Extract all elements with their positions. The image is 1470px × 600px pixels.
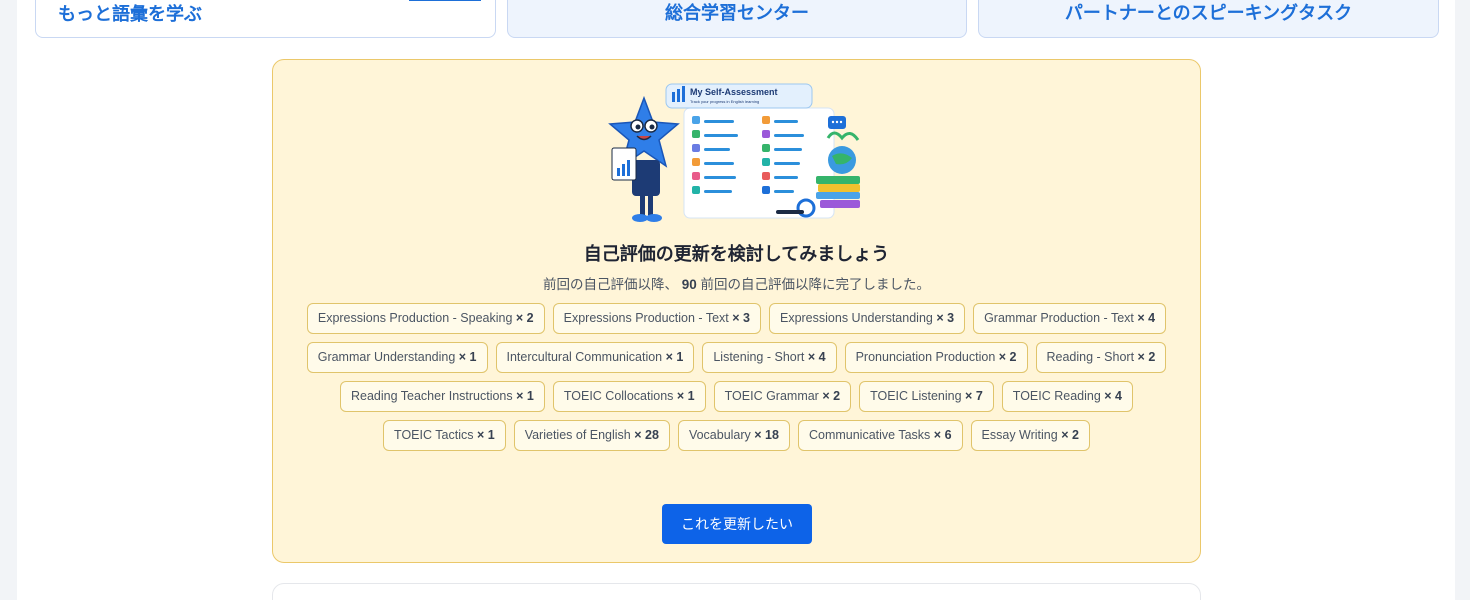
skill-chip-label: Communicative Tasks xyxy=(808,428,931,442)
skill-chip-label: TOEIC Reading xyxy=(1012,389,1101,403)
skill-chip-count: × 4 xyxy=(1137,311,1156,325)
self-assessment-prompt-card: My Self-Assessment Track your progress i… xyxy=(272,59,1201,563)
skill-chip: Expressions Understanding × 3 xyxy=(768,303,966,334)
skill-chip-label: TOEIC Collocations xyxy=(563,389,674,403)
skill-chip-count: × 2 xyxy=(1137,350,1156,364)
skill-chip-label: Grammar Understanding xyxy=(317,350,456,364)
skill-chip-label: Essay Writing xyxy=(981,428,1058,442)
partner-speaking-title[interactable]: パートナーとのスピーキングタスク xyxy=(979,0,1438,25)
skill-chip: TOEIC Reading × 4 xyxy=(1001,381,1134,412)
skill-chip: Reading - Short × 2 xyxy=(1035,342,1167,373)
skill-chip-count: × 4 xyxy=(807,350,826,364)
skill-chip-label: Varieties of English xyxy=(524,428,631,442)
skill-chip-label: Pronunciation Production xyxy=(855,350,996,364)
illustration-subheading: Track your progress in English learning xyxy=(690,99,759,104)
skill-chip-label: Expressions Understanding xyxy=(779,311,933,325)
skill-chip-label: TOEIC Listening xyxy=(870,389,962,403)
skill-chip-count: × 18 xyxy=(754,428,779,442)
skill-chip: Reading Teacher Instructions × 1 xyxy=(339,381,545,412)
skill-chip: Communicative Tasks × 6 xyxy=(797,420,963,451)
skill-chip-label: Reading Teacher Instructions xyxy=(350,389,513,403)
skill-chip-label: TOEIC Grammar xyxy=(724,389,819,403)
skill-chip-count: × 2 xyxy=(998,350,1017,364)
skill-chip: Expressions Production - Speaking × 2 xyxy=(306,303,545,334)
completed-count: 90 xyxy=(681,277,697,292)
skill-chip: Intercultural Communication × 1 xyxy=(495,342,695,373)
assessment-title: 自己評価の更新を検討してみましょう xyxy=(583,244,890,264)
skill-chip: TOEIC Grammar × 2 xyxy=(713,381,852,412)
skill-chip-label: Vocabulary xyxy=(688,428,751,442)
skill-chip-count: × 2 xyxy=(1061,428,1079,442)
skill-chip: Expressions Production - Text × 3 xyxy=(552,303,761,334)
skill-chip-label: Expressions Production - Speaking xyxy=(317,311,513,325)
page: もっと語彙を学ぶ 総合学習センター パートナーとのスピーキングタスク My Se… xyxy=(17,0,1455,600)
skill-chip-count: × 1 xyxy=(476,428,495,442)
self-assessment-illustration: My Self-Assessment Track your progress i… xyxy=(608,83,860,222)
skill-chip-count: × 1 xyxy=(676,389,695,403)
update-self-assessment-button[interactable]: これを更新したい xyxy=(662,504,812,544)
skill-chip: Essay Writing × 2 xyxy=(970,420,1090,451)
assessment-subtitle: 前回の自己評価以降、 90 前回の自己評価以降に完了しました。 xyxy=(273,273,1200,293)
skill-chip: Listening - Short × 4 xyxy=(702,342,837,373)
subtitle-suffix: 前回の自己評価以降に完了しました。 xyxy=(696,277,931,292)
skill-chip: Vocabulary × 18 xyxy=(677,420,790,451)
skill-chip-count: × 1 xyxy=(458,350,477,364)
skill-chip: TOEIC Tactics × 1 xyxy=(383,420,506,451)
skill-chip-count: × 28 xyxy=(634,428,659,442)
skill-chip-label: Intercultural Communication xyxy=(506,350,663,364)
learn-vocabulary-title[interactable]: もっと語彙を学ぶ xyxy=(58,0,495,26)
completed-skills-list: Expressions Production - Speaking × 2 Exp… xyxy=(287,303,1186,451)
skill-chip-count: × 6 xyxy=(933,428,952,442)
skill-chip-count: × 4 xyxy=(1104,389,1123,403)
skill-chip: TOEIC Listening × 7 xyxy=(859,381,994,412)
skill-chip-label: Reading - Short xyxy=(1046,350,1135,364)
skill-chip-count: × 3 xyxy=(732,311,750,325)
learning-center-title[interactable]: 総合学習センター xyxy=(508,0,966,25)
skill-chip: Pronunciation Production × 2 xyxy=(844,342,1028,373)
next-section-card xyxy=(272,583,1201,600)
skill-chip: Varieties of English × 28 xyxy=(513,420,670,451)
illustration-heading: My Self-Assessment xyxy=(690,87,778,97)
skill-chip-label: TOEIC Tactics xyxy=(394,428,474,442)
skill-chip: Grammar Understanding × 1 xyxy=(306,342,488,373)
partner-speaking-card[interactable]: パートナーとのスピーキングタスク xyxy=(978,0,1439,38)
skill-chip-count: × 2 xyxy=(515,311,534,325)
skill-chip: Grammar Production - Text × 4 xyxy=(973,303,1167,334)
skill-chip-label: Grammar Production - Text xyxy=(984,311,1134,325)
learn-vocabulary-card[interactable]: もっと語彙を学ぶ xyxy=(35,0,496,38)
skill-chip-count: × 3 xyxy=(936,311,955,325)
skill-chip-count: × 7 xyxy=(965,389,983,403)
skill-chip: TOEIC Collocations × 1 xyxy=(552,381,706,412)
card-link[interactable] xyxy=(409,0,481,1)
learning-center-card[interactable]: 総合学習センター xyxy=(507,0,967,38)
skill-chip-label: Expressions Production - Text xyxy=(563,311,729,325)
skill-chip-count: × 1 xyxy=(516,389,534,403)
skill-chip-count: × 2 xyxy=(822,389,841,403)
subtitle-prefix: 前回の自己評価以降、 xyxy=(542,277,678,292)
skill-chip-label: Listening - Short xyxy=(713,350,805,364)
skill-chip-count: × 1 xyxy=(665,350,684,364)
